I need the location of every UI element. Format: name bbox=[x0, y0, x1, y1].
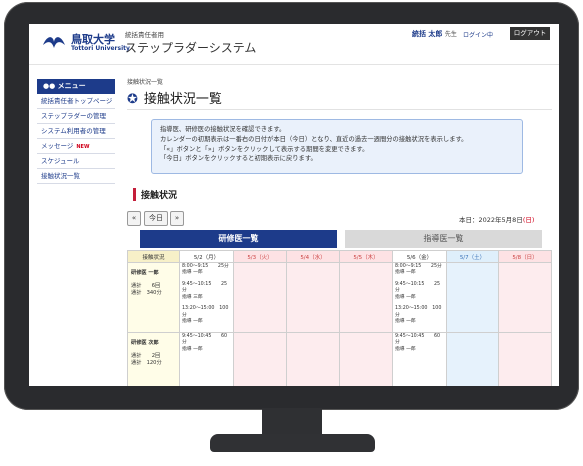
day-cell[interactable] bbox=[286, 262, 340, 333]
day-header: 5/8（日） bbox=[498, 250, 552, 263]
user-name: 統括 太郎 先生 bbox=[412, 30, 457, 38]
day-cell[interactable]: 9:45〜10:45 60分 指導 一郎 bbox=[179, 331, 234, 386]
breadcrumb: 接触状況一覧 bbox=[127, 79, 164, 86]
tab-residents[interactable]: 研修医一覧 bbox=[140, 230, 337, 248]
today-button[interactable]: 今日 bbox=[144, 211, 168, 226]
sidebar-item-top[interactable]: 統括責任者トップページ bbox=[37, 94, 115, 109]
system-role: 統括責任者用 bbox=[125, 31, 164, 39]
bluetooth-icon: ✪ bbox=[127, 92, 138, 107]
logout-button[interactable]: ログアウト bbox=[510, 27, 550, 40]
monitor-frame: 鳥取大学 Tottori University 統括責任者用 ステップラダーシス… bbox=[4, 2, 579, 410]
resident-name: 研修医 次郎 bbox=[131, 339, 159, 346]
day-header: 5/7（土） bbox=[446, 250, 499, 263]
contact-entry: 9:45〜10:45 60分 指導 一郎 bbox=[395, 333, 441, 352]
day-cell[interactable]: 9:45〜10:45 60分 指導 一郎 bbox=[392, 331, 447, 386]
contact-entry: 13:20〜15:00 100分 指導 一郎 bbox=[182, 306, 229, 325]
resident-stat: 通計 2回 bbox=[131, 352, 161, 359]
next-period-button[interactable]: » bbox=[170, 211, 184, 226]
resident-stat: 通計 120分 bbox=[131, 359, 162, 366]
system-title: ステップラダーシステム bbox=[125, 41, 257, 55]
university-logo-icon bbox=[43, 37, 65, 48]
day-header: 5/3（火） bbox=[233, 250, 287, 263]
monitor-stand bbox=[210, 434, 375, 452]
screen: 鳥取大学 Tottori University 統括責任者用 ステップラダーシス… bbox=[29, 24, 559, 386]
login-status: ログイン中 bbox=[463, 32, 494, 39]
sidebar-item-contact-status[interactable]: 接触状況一覧 bbox=[37, 169, 115, 184]
prev-period-button[interactable]: « bbox=[127, 211, 141, 226]
resident-name: 研修医 一郎 bbox=[131, 270, 159, 276]
resident-stat: 通計 6回 bbox=[131, 283, 161, 290]
today-date: 本日：2022年5月8日(日) bbox=[459, 216, 535, 224]
day-header: 5/6（金） bbox=[392, 250, 447, 263]
day-cell[interactable] bbox=[339, 331, 393, 386]
app-header: 鳥取大学 Tottori University 統括責任者用 ステップラダーシス… bbox=[29, 24, 559, 65]
day-cell[interactable] bbox=[286, 331, 340, 386]
contact-entry: 9:45〜10:15 25分 指導 三郎 bbox=[182, 281, 228, 300]
resident-cell[interactable]: 研修医 次郎 通計 2回 通計 120分 bbox=[127, 331, 180, 386]
menu-heading: ●● メニュー bbox=[37, 79, 115, 94]
sidebar-menu: ●● メニュー 統括責任者トップページ ステップラダーの管理 システム利用者の管… bbox=[37, 79, 115, 184]
page-title: ✪ 接触状況一覧 bbox=[127, 92, 222, 107]
sidebar-item-messages[interactable]: メッセージ NEW bbox=[37, 139, 115, 154]
sidebar-item-stepladder[interactable]: ステップラダーの管理 bbox=[37, 109, 115, 124]
contact-entry: 8:00〜9:15 25分 指導 一郎 bbox=[395, 264, 442, 276]
day-header: 5/2（月） bbox=[179, 250, 234, 263]
section-title: 接触状況 bbox=[133, 188, 177, 201]
calendar-row: 研修医 一郎 通計 6回 通計 340分 8:00〜9:15 25分 指導 一郎 9:45… bbox=[127, 262, 552, 333]
day-cell[interactable] bbox=[446, 331, 499, 386]
day-cell[interactable] bbox=[498, 331, 552, 386]
resident-stat: 通計 340分 bbox=[131, 290, 162, 297]
day-cell[interactable]: 8:00〜9:15 25分 指導 一郎 9:45〜10:15 25分 指導 一郎 13:… bbox=[392, 262, 447, 333]
resident-cell[interactable]: 研修医 一郎 通計 6回 通計 340分 bbox=[127, 262, 180, 333]
info-line: 「今日」ボタンをクリックすると初期表示に戻ります。 bbox=[160, 155, 317, 163]
day-cell[interactable]: 8:00〜9:15 25分 指導 一郎 9:45〜10:15 25分 指導 三郎 13:… bbox=[179, 262, 234, 333]
monitor-neck bbox=[262, 408, 322, 436]
calendar-corner-header: 接触状況 bbox=[127, 250, 180, 263]
contact-entry: 8:00〜9:15 25分 指導 一郎 bbox=[182, 264, 229, 276]
info-line: カレンダーの初期表示は一番右の日付が本日（今日）となり、直近の過去一週間分の接触… bbox=[160, 135, 468, 143]
info-box: 指導医、研修医の接触状況を確認できます。 カレンダーの初期表示は一番右の日付が本… bbox=[151, 119, 523, 174]
logo-subtext: Tottori University bbox=[71, 45, 130, 52]
title-divider bbox=[127, 109, 552, 110]
day-cell[interactable] bbox=[339, 262, 393, 333]
contact-entry: 9:45〜10:45 60分 指導 一郎 bbox=[182, 333, 228, 352]
day-cell[interactable] bbox=[233, 262, 287, 333]
calendar-row: 研修医 次郎 通計 2回 通計 120分 9:45〜10:45 60分 指導 一郎 9:4… bbox=[127, 331, 552, 386]
users-icon: ●● bbox=[43, 82, 58, 90]
info-line: 「«」ボタンと「»」ボタンをクリックして表示する期間を変更できます。 bbox=[160, 145, 369, 153]
new-badge: NEW bbox=[76, 144, 90, 150]
day-cell[interactable] bbox=[498, 262, 552, 333]
tab-supervisors[interactable]: 指導医一覧 bbox=[345, 230, 542, 248]
sidebar-item-users[interactable]: システム利用者の管理 bbox=[37, 124, 115, 139]
info-line: 指導医、研修医の接触状況を確認できます。 bbox=[160, 126, 286, 133]
day-cell[interactable] bbox=[233, 331, 287, 386]
contact-entry: 9:45〜10:15 25分 指導 一郎 bbox=[395, 281, 441, 300]
contact-calendar: 接触状況 5/2（月） 5/3（火） 5/4（水） 5/5（木） 5/6（金） 5/7（土）… bbox=[127, 250, 552, 386]
day-header: 5/4（水） bbox=[286, 250, 340, 263]
day-header: 5/5（木） bbox=[339, 250, 393, 263]
contact-entry: 13:20〜15:00 100分 指導 一郎 bbox=[395, 306, 442, 325]
sidebar-item-schedule[interactable]: スケジュール bbox=[37, 154, 115, 169]
day-cell[interactable] bbox=[446, 262, 499, 333]
